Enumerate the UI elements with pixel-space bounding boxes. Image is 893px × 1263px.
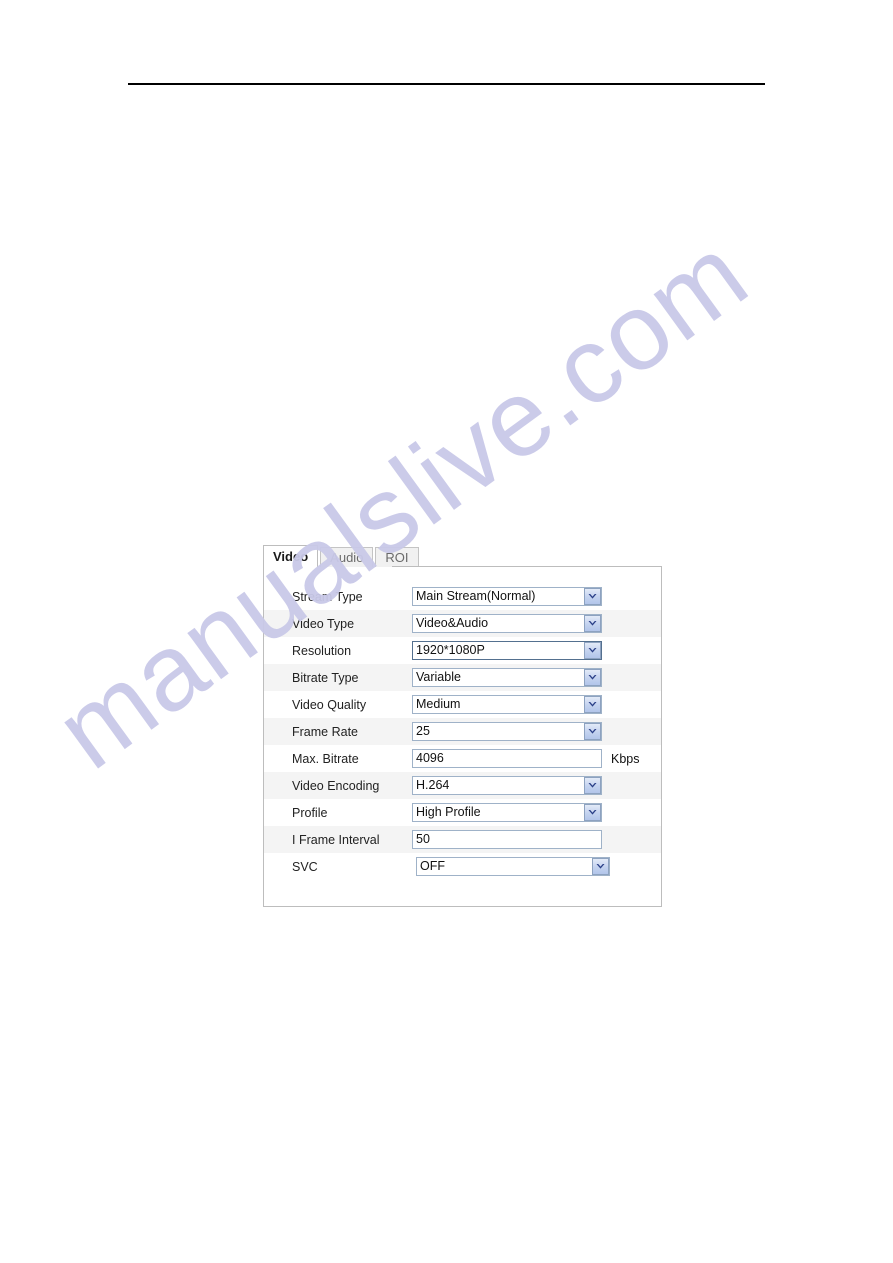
field-wrapper: 4096 Kbps — [412, 749, 640, 768]
row-label: Resolution — [292, 643, 352, 658]
form-row: I Frame Interval 50 — [264, 826, 661, 853]
field-wrapper: 1920*1080P — [412, 641, 602, 660]
form-row: SVC OFF — [264, 853, 661, 880]
dropdown-toggle-video-encoding[interactable] — [584, 777, 601, 794]
form-row: Frame Rate 25 — [264, 718, 661, 745]
row-label: Video Quality — [292, 697, 367, 712]
form-row: Max. Bitrate 4096 Kbps — [264, 745, 661, 772]
tab-bar: Video Audio ROI — [263, 544, 662, 567]
dropdown-toggle-frame-rate[interactable] — [584, 723, 601, 740]
field-wrapper: Main Stream(Normal) — [412, 587, 602, 606]
row-label: Video Type — [292, 616, 355, 631]
row-label: I Frame Interval — [292, 832, 380, 847]
field-wrapper: H.264 — [412, 776, 602, 795]
chevron-down-icon — [588, 783, 597, 788]
field-wrapper: High Profile — [412, 803, 602, 822]
dropdown-toggle-video-type[interactable] — [584, 615, 601, 632]
tab-roi[interactable]: ROI — [375, 547, 419, 567]
field-wrapper: 50 — [412, 830, 602, 849]
dropdown-toggle-stream-type[interactable] — [584, 588, 601, 605]
dropdown-toggle-profile[interactable] — [584, 804, 601, 821]
input-max-bitrate[interactable]: 4096 — [412, 749, 602, 768]
select-video-quality[interactable]: Medium — [412, 695, 602, 714]
row-label: Stream Type — [292, 589, 363, 604]
chevron-down-icon — [588, 594, 597, 599]
form-row: Resolution 1920*1080P — [264, 637, 661, 664]
select-profile[interactable]: High Profile — [412, 803, 602, 822]
select-resolution[interactable]: 1920*1080P — [412, 641, 602, 660]
chevron-down-icon — [588, 810, 597, 815]
row-label: Profile — [292, 805, 328, 820]
chevron-down-icon — [588, 702, 597, 707]
form-row: Video Encoding H.264 — [264, 772, 661, 799]
field-wrapper: Variable — [412, 668, 602, 687]
chevron-down-icon — [588, 729, 597, 734]
row-label: Video Encoding — [292, 778, 380, 793]
row-label: Max. Bitrate — [292, 751, 359, 766]
select-video-encoding[interactable]: H.264 — [412, 776, 602, 795]
select-frame-rate[interactable]: 25 — [412, 722, 602, 741]
tab-video[interactable]: Video — [263, 545, 319, 567]
row-label: Frame Rate — [292, 724, 358, 739]
video-settings-form: Stream Type Main Stream(Normal) Video Type… — [263, 567, 662, 907]
select-stream-type[interactable]: Main Stream(Normal) — [412, 587, 602, 606]
page-header-rule — [128, 83, 765, 85]
dropdown-toggle-resolution[interactable] — [584, 642, 601, 659]
dropdown-toggle-video-quality[interactable] — [584, 696, 601, 713]
form-row: Video Quality Medium — [264, 691, 661, 718]
video-settings-panel: Video Audio ROI Stream Type Main Stream(Nor… — [263, 544, 662, 907]
unit-label: Kbps — [611, 751, 640, 766]
field-wrapper: 25 — [412, 722, 602, 741]
form-row: Stream Type Main Stream(Normal) — [264, 583, 661, 610]
dropdown-toggle-svc[interactable] — [592, 858, 609, 875]
row-label: SVC — [292, 859, 318, 874]
input-i-frame-interval[interactable]: 50 — [412, 830, 602, 849]
field-wrapper: OFF — [416, 857, 610, 876]
chevron-down-icon — [588, 648, 597, 653]
chevron-down-icon — [588, 621, 597, 626]
form-row: Bitrate Type Variable — [264, 664, 661, 691]
form-row: Video Type Video&Audio — [264, 610, 661, 637]
field-wrapper: Medium — [412, 695, 602, 714]
chevron-down-icon — [596, 864, 605, 869]
select-video-type[interactable]: Video&Audio — [412, 614, 602, 633]
tab-audio[interactable]: Audio — [320, 547, 374, 567]
select-bitrate-type[interactable]: Variable — [412, 668, 602, 687]
row-label: Bitrate Type — [292, 670, 359, 685]
form-row: Profile High Profile — [264, 799, 661, 826]
field-wrapper: Video&Audio — [412, 614, 602, 633]
chevron-down-icon — [588, 675, 597, 680]
select-svc[interactable]: OFF — [416, 857, 610, 876]
dropdown-toggle-bitrate-type[interactable] — [584, 669, 601, 686]
